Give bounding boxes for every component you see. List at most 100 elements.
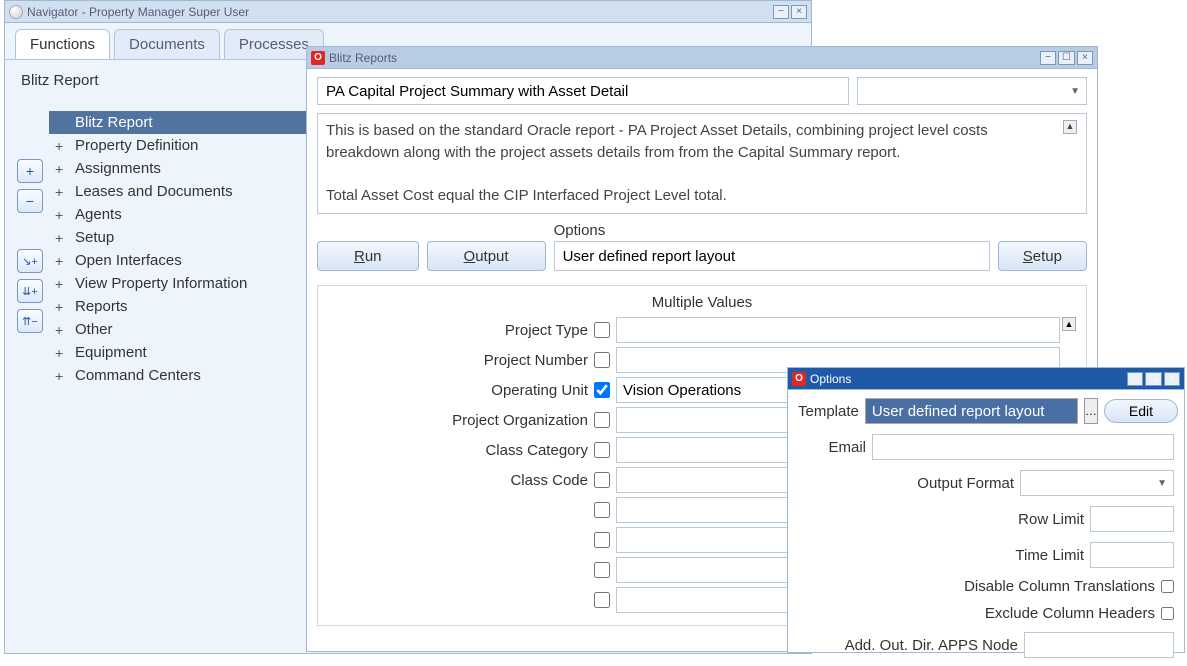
parameter-multivalue-checkbox[interactable] bbox=[594, 592, 610, 608]
run-button[interactable]: Run bbox=[317, 241, 419, 271]
parameter-multivalue-checkbox[interactable] bbox=[594, 352, 610, 368]
parameter-input[interactable] bbox=[616, 317, 1060, 343]
chevron-down-icon: ▼ bbox=[1070, 86, 1080, 97]
parameter-row: Project Type bbox=[328, 317, 1060, 343]
parameter-multivalue-checkbox[interactable] bbox=[594, 322, 610, 338]
expander-icon: + bbox=[55, 322, 67, 338]
parameter-multivalue-checkbox[interactable] bbox=[594, 562, 610, 578]
run-label-rest: un bbox=[365, 248, 382, 265]
expand-branch-button[interactable]: ↘+ bbox=[17, 249, 43, 273]
tree-item-label: Property Definition bbox=[75, 137, 198, 154]
parameter-label: Class Code bbox=[328, 472, 588, 489]
close-icon[interactable]: × bbox=[1164, 372, 1180, 386]
edit-button[interactable]: Edit bbox=[1104, 399, 1178, 423]
parameter-label: Project Organization bbox=[328, 412, 588, 429]
parameter-multivalue-checkbox[interactable] bbox=[594, 532, 610, 548]
options-label: Options bbox=[554, 222, 990, 239]
options-window: O Options − ☐ × Template … Edit Email Ou… bbox=[787, 367, 1185, 653]
parameter-label: Operating Unit bbox=[328, 382, 588, 399]
exclude-headers-label: Exclude Column Headers bbox=[985, 605, 1155, 622]
tab-functions[interactable]: Functions bbox=[15, 29, 110, 59]
oracle-icon: O bbox=[792, 372, 806, 386]
description-text: This is based on the standard Oracle rep… bbox=[326, 120, 1062, 207]
parameter-multivalue-checkbox[interactable] bbox=[594, 502, 610, 518]
minimize-icon[interactable]: − bbox=[1127, 372, 1143, 386]
description-box: This is based on the standard Oracle rep… bbox=[317, 113, 1087, 214]
tree-item-label: Agents bbox=[75, 206, 122, 223]
oracle-icon: O bbox=[311, 51, 325, 65]
expand-all-button[interactable]: ⇊+ bbox=[17, 279, 43, 303]
report-name-input[interactable] bbox=[317, 77, 849, 105]
tree-item-label: Other bbox=[75, 321, 113, 338]
chevron-down-icon: ▼ bbox=[1157, 478, 1167, 489]
parameter-label: Project Type bbox=[328, 322, 588, 339]
output-format-select[interactable]: ▼ bbox=[1020, 470, 1174, 496]
setup-button[interactable]: Setup bbox=[998, 241, 1087, 271]
options-title: Options bbox=[810, 372, 851, 386]
parameter-multivalue-checkbox[interactable] bbox=[594, 382, 610, 398]
tree-item-label: View Property Information bbox=[75, 275, 247, 292]
options-value-input[interactable] bbox=[554, 241, 990, 271]
blitz-title: Blitz Reports bbox=[329, 51, 397, 65]
expander-icon: + bbox=[55, 161, 67, 177]
parameter-label: Class Category bbox=[328, 442, 588, 459]
exclude-headers-checkbox[interactable] bbox=[1161, 607, 1174, 620]
tree-item-label: Reports bbox=[75, 298, 128, 315]
add-out-dir-input[interactable] bbox=[1024, 632, 1174, 658]
expander-icon: + bbox=[55, 276, 67, 292]
tree-item-label: Assignments bbox=[75, 160, 161, 177]
collapse-button[interactable]: − bbox=[17, 189, 43, 213]
parameter-multivalue-checkbox[interactable] bbox=[594, 442, 610, 458]
parameter-multivalue-checkbox[interactable] bbox=[594, 472, 610, 488]
add-out-dir-label: Add. Out. Dir. APPS Node bbox=[845, 637, 1018, 654]
expander-icon: + bbox=[55, 138, 67, 154]
expander-icon: + bbox=[55, 299, 67, 315]
parameter-label: Project Number bbox=[328, 352, 588, 369]
tree-item-label: Setup bbox=[75, 229, 114, 246]
navigator-side-buttons: + − ↘+ ⇊+ ⇈− bbox=[17, 159, 43, 387]
navigator-title: Navigator - Property Manager Super User bbox=[27, 5, 249, 19]
maximize-icon[interactable]: ☐ bbox=[1145, 372, 1162, 386]
close-icon[interactable]: × bbox=[791, 5, 807, 19]
category-select[interactable]: ▼ bbox=[857, 77, 1087, 105]
output-button[interactable]: Output bbox=[427, 241, 546, 271]
tree-item-label: Open Interfaces bbox=[75, 252, 182, 269]
maximize-icon[interactable]: ☐ bbox=[1058, 51, 1075, 65]
expander-icon: + bbox=[55, 253, 67, 269]
email-input[interactable] bbox=[872, 434, 1174, 460]
disable-col-trans-label: Disable Column Translations bbox=[964, 578, 1155, 595]
row-limit-label: Row Limit bbox=[1018, 511, 1084, 528]
tree-item-label: Leases and Documents bbox=[75, 183, 233, 200]
email-label: Email bbox=[798, 439, 866, 456]
output-format-label: Output Format bbox=[917, 475, 1014, 492]
template-label: Template bbox=[798, 403, 859, 420]
navigator-titlebar: Navigator - Property Manager Super User … bbox=[5, 1, 811, 23]
time-limit-input[interactable] bbox=[1090, 542, 1174, 568]
tree-item-label: Equipment bbox=[75, 344, 147, 361]
scroll-up-icon[interactable]: ▲ bbox=[1063, 120, 1077, 134]
template-input[interactable] bbox=[865, 398, 1078, 424]
tab-documents[interactable]: Documents bbox=[114, 29, 220, 59]
navigator-app-icon bbox=[9, 5, 23, 19]
minimize-icon[interactable]: − bbox=[1040, 51, 1056, 65]
minimize-icon[interactable]: − bbox=[773, 5, 789, 19]
options-titlebar: O Options − ☐ × bbox=[788, 368, 1184, 390]
expander-icon: + bbox=[55, 345, 67, 361]
collapse-all-button[interactable]: ⇈− bbox=[17, 309, 43, 333]
expander-icon: + bbox=[55, 184, 67, 200]
close-icon[interactable]: × bbox=[1077, 51, 1093, 65]
parameters-header: Multiple Values bbox=[328, 294, 1076, 311]
description-scrollbar: ▲ bbox=[1062, 120, 1078, 207]
expander-icon: + bbox=[55, 230, 67, 246]
expander-icon: + bbox=[55, 368, 67, 384]
tree-item-label: Command Centers bbox=[75, 367, 201, 384]
scroll-up-icon[interactable]: ▲ bbox=[1062, 317, 1076, 331]
blitz-titlebar: O Blitz Reports − ☐ × bbox=[307, 47, 1097, 69]
template-lov-button[interactable]: … bbox=[1084, 398, 1098, 424]
row-limit-input[interactable] bbox=[1090, 506, 1174, 532]
tree-item-label: Blitz Report bbox=[75, 114, 153, 131]
expand-button[interactable]: + bbox=[17, 159, 43, 183]
expander-icon: + bbox=[55, 207, 67, 223]
disable-col-trans-checkbox[interactable] bbox=[1161, 580, 1174, 593]
parameter-multivalue-checkbox[interactable] bbox=[594, 412, 610, 428]
